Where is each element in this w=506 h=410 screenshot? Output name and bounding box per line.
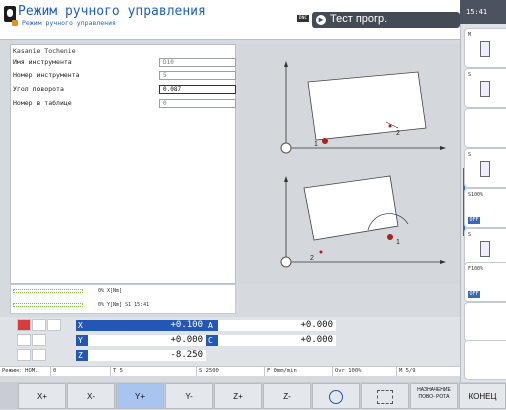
softkey-feed-override[interactable]: F100% OFF [464,262,506,302]
softkey-spindle-override[interactable]: S100% OFF [464,188,506,228]
axis-x-label: X [76,320,88,331]
empty-icon-1[interactable] [47,319,61,331]
z-plus-softkey[interactable]: Z+ [214,383,262,409]
tool-name-field[interactable]: D10 [159,58,236,67]
form-label-tool-name: Имя инструмента [13,58,72,66]
x-plus-softkey[interactable]: X+ [18,383,66,409]
softkey-empty-1[interactable] [464,108,506,148]
axis-y-label: Y [76,335,88,346]
help-graphic: 1 2 2 1 [238,44,460,284]
softkey-empty-2[interactable] [464,302,506,342]
softkey-label: S [468,232,472,238]
alarm-icon[interactable] [17,319,31,331]
program-mode-icon [12,20,18,26]
axis-a-value: +0.000 [218,320,336,331]
tool-status: T 5 [110,366,196,376]
axis-a-label: A [206,320,218,331]
bottom-diagram: 2 1 [280,175,446,268]
corner-probe-icon [377,389,393,404]
table-number-field[interactable]: 0 [159,99,236,108]
form-label-rotation-angle: Угол поворота [13,85,64,93]
arrow-right-icon: ▶ [316,15,326,25]
mode-status: Режим: НОМ. [2,368,39,374]
spindle-minus-icon [480,241,490,257]
x-minus-softkey[interactable]: X- [67,383,115,409]
rotation-angle-field[interactable]: 0.087 [159,85,236,94]
mode-title: Режим ручного управления [18,4,206,19]
softkey-s-spindle[interactable]: S [464,68,506,108]
y-minus-softkey[interactable]: Y- [165,383,213,409]
corner-probe-softkey[interactable] [361,383,409,409]
tool-number-field[interactable]: 5 [159,71,236,80]
top-diagram: 1 2 [280,61,446,154]
spindle-status: S 2500 [196,366,264,376]
softkey-label: M [468,32,472,38]
spindle-plus-icon [480,161,490,177]
spindle-icon [480,81,490,97]
softkey-m-function[interactable]: M [464,28,506,68]
softkey-label: S [468,152,472,158]
softkey-empty-3[interactable] [464,340,506,380]
clock: 15:41 [460,0,506,24]
axis-x-value: +0.100 [88,320,206,331]
softkey-label: F100% [468,266,484,272]
cross-icon[interactable] [32,319,46,331]
top-label-1: 1 [314,141,318,148]
empty-icon-4[interactable] [17,349,31,361]
y-plus-softkey[interactable]: Y+ [116,383,164,409]
y-load-text: 0% Y[Nm] S1 15:41 [98,302,150,308]
m-function-status: M 5/9 [396,366,460,376]
x-load-bar [13,289,83,293]
program-mode-label: Тест прогр. [330,13,388,25]
off-badge: OFF [468,217,480,224]
form-label-tool-number: Номер инструмента [13,71,80,79]
z-minus-softkey[interactable]: Z- [263,383,311,409]
softkey-label: S100% [468,192,484,198]
x-load-text: 0% X[Nm] [98,288,123,294]
form-title: Kasanie Tochenie [13,47,76,55]
probing-diagram: 1 2 2 1 [280,61,446,268]
empty-icon-3[interactable] [32,334,46,346]
dnc-icon: DNC [297,15,309,22]
override-status: Ovr 100% [332,366,396,376]
empty-icon-2[interactable] [17,334,31,346]
bottom-label-2: 2 [310,255,314,262]
axis-c-value: +0.000 [218,335,336,346]
bottom-label-1: 1 [396,239,400,246]
crosshair-icon [329,389,343,404]
end-softkey[interactable]: КОНЕЦ [459,383,506,409]
zero-status: 0 [50,366,110,376]
feed-status: F 0mm/min [264,366,332,376]
axis-z-value: -8.250 [88,350,206,361]
assign-rotation-softkey[interactable]: НАЗНАЧЕНИЕ ПОВО- РОТА [410,383,458,409]
m-function-icon [480,41,490,57]
empty-icon-5[interactable] [32,349,46,361]
axis-c-label: C [206,335,218,346]
top-label-2: 2 [396,130,400,137]
y-load-bar [13,303,83,307]
softkey-label: S [468,72,472,78]
center-probe-softkey[interactable] [312,383,360,409]
off-badge: OFF [468,291,480,298]
softkey-spindle-plus[interactable]: S [464,148,506,188]
form-label-table-number: Номер в таблице [13,99,72,107]
axis-z-label: Z [76,350,88,361]
axis-y-value: +0.000 [88,335,206,346]
mode-subtitle: Режим ручного управления [22,19,116,27]
